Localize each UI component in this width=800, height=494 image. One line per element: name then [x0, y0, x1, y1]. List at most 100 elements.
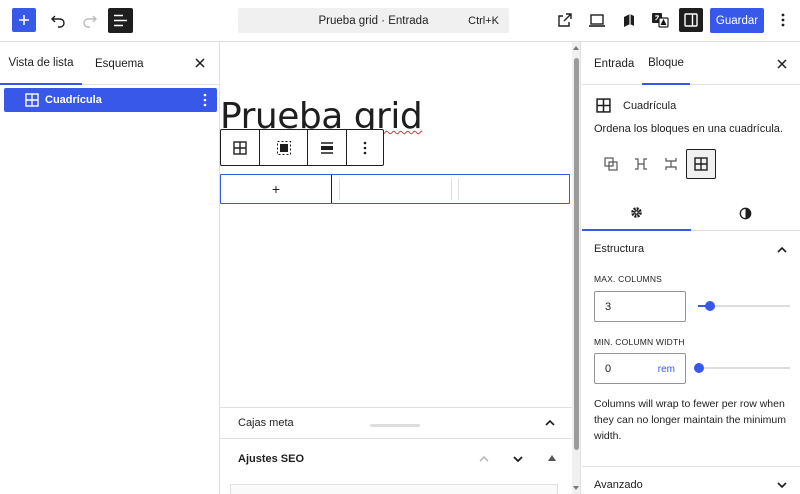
min-column-width-slider[interactable]	[694, 362, 790, 374]
block-card-description: Ordena los bloques en una cuadrícula.	[594, 123, 783, 135]
chevron-up-icon[interactable]	[478, 453, 490, 465]
scroll-up-arrow[interactable]	[573, 46, 579, 50]
command-shortcut: Ctrl+K	[468, 14, 499, 27]
scroll-down-arrow[interactable]	[573, 486, 579, 490]
slider-knob[interactable]	[705, 301, 715, 311]
resize-handle[interactable]	[370, 424, 420, 427]
block-variations	[596, 149, 716, 179]
canvas-scrollbar[interactable]	[572, 42, 581, 494]
max-columns-value: 3	[605, 300, 612, 313]
tab-styles[interactable]	[691, 195, 800, 231]
tab-outline[interactable]: Esquema	[95, 42, 144, 85]
more-options-button[interactable]	[347, 130, 383, 165]
variation-group-button[interactable]	[596, 149, 626, 179]
view-post-button[interactable]	[553, 8, 577, 32]
chevron-down-icon	[777, 482, 787, 489]
chevron-up-icon[interactable]	[544, 417, 556, 429]
desktop-icon	[589, 13, 605, 27]
grid-icon	[233, 140, 247, 155]
tab-post[interactable]: Entrada	[594, 42, 634, 85]
grid-cell-divider	[458, 178, 459, 200]
grid-block[interactable]: +	[220, 174, 570, 204]
styles-icon	[624, 14, 634, 27]
min-column-width-input[interactable]: 0 rem	[594, 353, 686, 384]
top-toolbar: Prueba grid · Entrada Ctrl+K Guardar	[0, 0, 800, 42]
grid-cell-divider	[339, 178, 340, 200]
close-icon	[195, 58, 205, 68]
preview-button[interactable]	[585, 8, 609, 32]
grid-cell-divider	[451, 178, 452, 200]
justify-button[interactable]	[308, 130, 347, 165]
external-link-icon	[558, 13, 572, 27]
block-options-button[interactable]	[203, 93, 207, 110]
add-block-button[interactable]	[12, 8, 36, 32]
select-parent-button[interactable]	[260, 130, 308, 165]
plus-icon: +	[271, 181, 281, 197]
seo-metabox-header[interactable]: Ajustes SEO	[220, 438, 572, 478]
group-icon	[604, 157, 618, 171]
help-text: Columns will wrap to fewer per row when …	[594, 398, 787, 442]
seo-metabox-content	[230, 484, 558, 494]
list-view-icon	[114, 14, 127, 27]
undo-icon	[51, 15, 65, 28]
grid-icon	[694, 157, 708, 171]
min-column-width-label: MIN. COLUMN WIDTH	[594, 337, 685, 347]
options-button[interactable]	[771, 8, 795, 32]
plus-icon	[19, 15, 29, 25]
document-overview-button[interactable]	[108, 8, 133, 33]
left-panel-tabs: Vista de lista Esquema	[0, 42, 219, 85]
more-vertical-icon	[363, 141, 367, 154]
list-view-panel: Vista de lista Esquema Cuadrícula	[0, 42, 220, 494]
select-parent-icon	[276, 140, 291, 155]
meta-boxes-header[interactable]: Cajas meta	[220, 408, 572, 438]
block-inspector-tabs	[582, 195, 800, 231]
variation-stack-button[interactable]	[656, 149, 686, 179]
max-columns-input[interactable]: 3	[594, 291, 686, 322]
caret-up-icon[interactable]	[548, 455, 556, 461]
styles-button[interactable]	[617, 8, 641, 32]
panel-advanced-header[interactable]: Avanzado	[582, 466, 800, 494]
slider-track	[694, 367, 790, 369]
seo-metabox-title: Ajustes SEO	[238, 452, 305, 465]
editor-app: Prueba grid · Entrada Ctrl+K Guardar Vis…	[0, 0, 800, 494]
command-palette-bar[interactable]: Prueba grid · Entrada Ctrl+K	[238, 8, 509, 33]
grid-icon	[596, 98, 611, 118]
meta-boxes-title: Cajas meta	[238, 417, 294, 429]
tab-block[interactable]: Bloque	[642, 42, 690, 85]
undo-button[interactable]	[46, 8, 70, 32]
panel-structure-header[interactable]: Estructura	[594, 243, 788, 255]
settings-sidebar: Entrada Bloque Cuadrícula Ordena los blo…	[582, 42, 800, 494]
block-type-button[interactable]	[221, 130, 260, 165]
list-item-grid-block[interactable]: Cuadrícula	[4, 88, 217, 112]
variation-row-button[interactable]	[626, 149, 656, 179]
tab-list-view[interactable]: Vista de lista	[0, 42, 82, 85]
close-list-view-button[interactable]	[193, 56, 207, 70]
save-button[interactable]: Guardar	[710, 8, 764, 33]
min-column-width-value: 0	[605, 362, 612, 375]
variation-grid-button[interactable]	[686, 149, 716, 179]
chevron-down-icon[interactable]	[512, 453, 524, 465]
row-icon	[635, 158, 647, 170]
redo-button[interactable]	[78, 8, 102, 32]
panel-structure-title: Estructura	[594, 243, 645, 255]
slider-knob[interactable]	[694, 363, 704, 373]
stack-icon	[665, 158, 677, 170]
max-columns-label: MAX. COLUMNS	[594, 274, 663, 284]
block-appender-button[interactable]: +	[221, 175, 332, 203]
scrollbar-thumb[interactable]	[574, 58, 579, 450]
settings-button[interactable]	[679, 8, 703, 32]
contrast-icon	[739, 207, 752, 219]
translate-button[interactable]	[648, 8, 672, 32]
max-columns-slider[interactable]	[698, 300, 790, 312]
unit-select[interactable]: rem	[658, 364, 675, 375]
redo-icon	[83, 15, 97, 28]
chevron-up-icon	[777, 246, 787, 253]
block-toolbar	[220, 129, 384, 166]
sidebar-icon	[684, 13, 698, 27]
more-vertical-icon	[781, 13, 785, 27]
close-icon	[777, 59, 787, 69]
sidebar-tabs: Entrada Bloque	[582, 42, 800, 85]
tab-settings[interactable]	[582, 195, 691, 231]
close-sidebar-button[interactable]	[776, 57, 788, 75]
translate-icon	[652, 13, 669, 28]
